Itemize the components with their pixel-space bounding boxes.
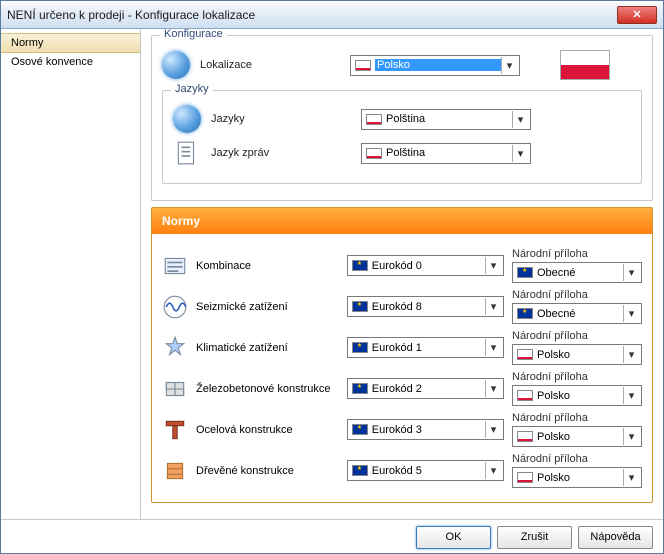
annex-label: Národní příloha: [512, 289, 642, 301]
sidebar-item-norms[interactable]: Normy: [1, 33, 140, 53]
norms-header: Normy: [152, 208, 652, 234]
chevron-down-icon: ▾: [485, 421, 501, 438]
localization-label: Lokalizace: [200, 59, 340, 71]
annex-label: Národní příloha: [512, 330, 642, 342]
norm-icon: [162, 457, 188, 485]
chevron-down-icon: ▾: [485, 339, 501, 356]
annex-combo[interactable]: Polsko▾: [512, 344, 642, 365]
norm-row: Kombinace Eurokód 0▾ Národní příloha Obecné…: [162, 248, 642, 283]
flag-eu-icon: [517, 267, 533, 278]
norm-row: Ocelová konstrukce Eurokód 3▾ Národní příl…: [162, 412, 642, 447]
titlebar: NENÍ určeno k prodeji - Konfigurace loka…: [1, 1, 663, 29]
annex-label: Národní příloha: [512, 453, 642, 465]
chevron-down-icon: ▾: [623, 305, 639, 322]
flag-eu-icon: [517, 308, 533, 319]
help-button[interactable]: Nápověda: [578, 526, 653, 549]
norm-icon: [162, 334, 188, 362]
annex-label: Národní příloha: [512, 371, 642, 383]
annex-label: Národní příloha: [512, 248, 642, 260]
annex-label: Národní příloha: [512, 412, 642, 424]
main-panel: Konfigurace Lokalizace Polsko ▾ Jazyky J…: [141, 29, 663, 519]
flag-eu-icon: [352, 260, 368, 271]
annex-combo[interactable]: Obecné▾: [512, 303, 642, 324]
norm-row: Dřevěné konstrukce Eurokód 5▾ Národní příl…: [162, 453, 642, 488]
config-legend: Konfigurace: [160, 29, 227, 40]
norm-label: Dřevěné konstrukce: [196, 465, 339, 477]
languages-label: Jazyky: [211, 113, 351, 125]
document-icon: [173, 139, 201, 167]
flag-eu-icon: [352, 424, 368, 435]
globe-icon: [173, 105, 201, 133]
flag-eu-icon: [352, 301, 368, 312]
norm-label: Ocelová konstrukce: [196, 424, 339, 436]
standard-combo[interactable]: Eurokód 8▾: [347, 296, 504, 317]
languages-combo[interactable]: Polština ▾: [361, 109, 531, 130]
norms-panel: Normy Kombinace Eurokód 0▾ Národní příloha…: [151, 207, 653, 503]
chevron-down-icon: ▾: [623, 469, 639, 486]
languages-legend: Jazyky: [171, 83, 213, 95]
messages-combo[interactable]: Polština ▾: [361, 143, 531, 164]
flag-eu-icon: [352, 465, 368, 476]
norm-label: Seizmické zatížení: [196, 301, 339, 313]
standard-combo[interactable]: Eurokód 5▾: [347, 460, 504, 481]
flag-eu-icon: [352, 342, 368, 353]
annex-combo[interactable]: Obecné▾: [512, 262, 642, 283]
chevron-down-icon: ▾: [485, 257, 501, 274]
chevron-down-icon: ▾: [485, 380, 501, 397]
window-title: NENÍ určeno k prodeji - Konfigurace loka…: [7, 8, 617, 22]
chevron-down-icon: ▾: [623, 387, 639, 404]
chevron-down-icon: ▾: [623, 428, 639, 445]
norm-icon: [162, 375, 188, 403]
chevron-down-icon: ▾: [485, 298, 501, 315]
annex-combo[interactable]: Polsko▾: [512, 467, 642, 488]
norm-label: Klimatické zatížení: [196, 342, 339, 354]
close-button[interactable]: ✕: [617, 6, 657, 24]
localization-combo[interactable]: Polsko ▾: [350, 55, 520, 76]
chevron-down-icon: ▾: [623, 346, 639, 363]
chevron-down-icon: ▾: [501, 57, 517, 74]
languages-group: Jazyky Jazyky Polština ▾ Jazyk zpráv: [162, 90, 642, 184]
flag-pl-icon: [517, 390, 533, 401]
standard-combo[interactable]: Eurokód 2▾: [347, 378, 504, 399]
chevron-down-icon: ▾: [512, 111, 528, 128]
norm-row: Klimatické zatížení Eurokód 1▾ Národní pří…: [162, 330, 642, 365]
standard-combo[interactable]: Eurokód 1▾: [347, 337, 504, 358]
norm-icon: [162, 252, 188, 280]
standard-combo[interactable]: Eurokód 0▾: [347, 255, 504, 276]
flag-pl-icon: [355, 60, 371, 71]
config-group: Konfigurace Lokalizace Polsko ▾ Jazyky J…: [151, 35, 653, 201]
norm-row: Železobetonové konstrukce Eurokód 2▾ Národ…: [162, 371, 642, 406]
flag-pl-icon: [517, 431, 533, 442]
flag-eu-icon: [352, 383, 368, 394]
chevron-down-icon: ▾: [623, 264, 639, 281]
standard-combo[interactable]: Eurokód 3▾: [347, 419, 504, 440]
chevron-down-icon: ▾: [485, 462, 501, 479]
flag-pl-icon: [366, 114, 382, 125]
norm-label: Železobetonové konstrukce: [196, 383, 339, 395]
norm-label: Kombinace: [196, 260, 339, 272]
flag-pl-icon: [366, 148, 382, 159]
annex-combo[interactable]: Polsko▾: [512, 385, 642, 406]
globe-icon: [162, 51, 190, 79]
flag-pl-icon: [517, 349, 533, 360]
sidebar-item-axis-conventions[interactable]: Osové konvence: [1, 53, 140, 71]
chevron-down-icon: ▾: [512, 145, 528, 162]
norm-icon: [162, 416, 188, 444]
button-bar: OK Zrušit Nápověda: [1, 519, 663, 554]
ok-button[interactable]: OK: [416, 526, 491, 549]
cancel-button[interactable]: Zrušit: [497, 526, 572, 549]
norm-row: Seizmické zatížení Eurokód 8▾ Národní příl…: [162, 289, 642, 324]
annex-combo[interactable]: Polsko▾: [512, 426, 642, 447]
norm-icon: [162, 293, 188, 321]
sidebar: Normy Osové konvence: [1, 29, 141, 519]
messages-label: Jazyk zpráv: [211, 147, 351, 159]
flag-pl-icon: [517, 472, 533, 483]
country-flag-large: [560, 50, 610, 80]
